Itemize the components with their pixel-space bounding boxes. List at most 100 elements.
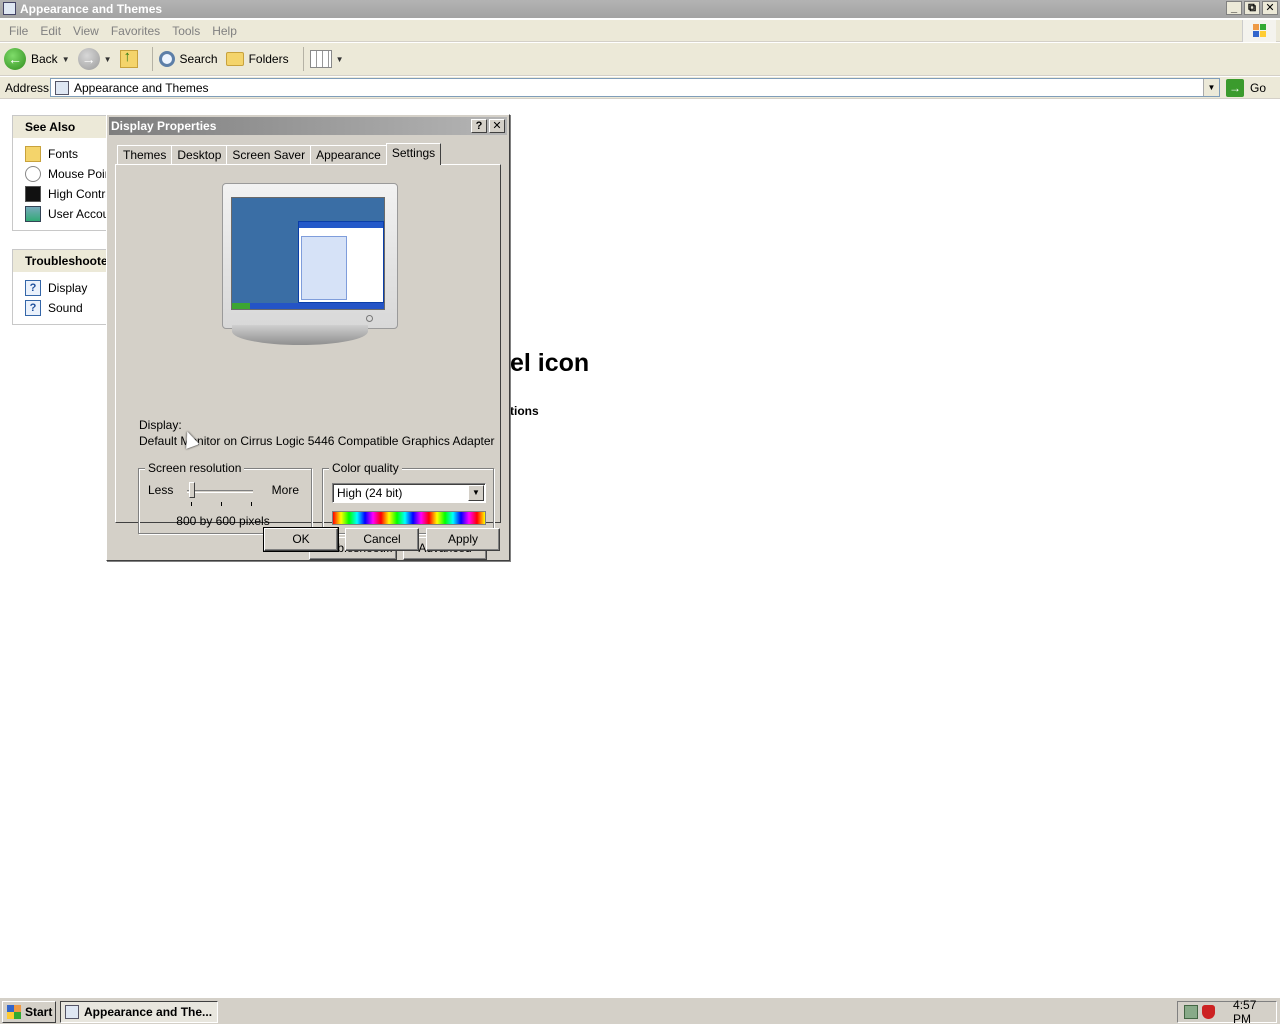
troubleshooters-panel: Troubleshooters ? Display ? Sound <box>12 249 112 325</box>
search-button[interactable]: Search <box>158 51 218 67</box>
clock[interactable]: 4:57 PM <box>1233 998 1276 1024</box>
resolution-value: 800 by 600 pixels <box>176 514 270 528</box>
color-spectrum-bar <box>332 511 486 525</box>
cancel-button[interactable]: Cancel <box>345 528 419 551</box>
monitor-screen-preview <box>231 197 385 310</box>
folders-label: Folders <box>248 52 289 66</box>
color-quality-value: High (24 bit) <box>337 486 403 500</box>
control-panel-icon <box>55 80 69 95</box>
high-contrast-icon <box>25 186 41 202</box>
see-also-item-fonts[interactable]: Fonts <box>25 144 111 164</box>
help-icon: ? <box>25 280 41 296</box>
control-panel-icon <box>65 1005 79 1019</box>
folder-icon <box>225 52 244 66</box>
dialog-help-button[interactable]: ? <box>471 119 487 133</box>
resolution-slider-thumb[interactable] <box>189 482 195 498</box>
windows-flag-icon <box>7 1005 21 1019</box>
restore-button[interactable]: ⧉ <box>1244 1 1260 15</box>
color-quality-group: Color quality High (24 bit) ▼ <box>322 461 494 534</box>
page-subheading: tions <box>510 404 539 418</box>
security-shield-icon[interactable] <box>1201 1005 1216 1019</box>
see-also-item-label: High Contrast <box>48 187 111 201</box>
forward-arrow-icon: → <box>77 48 100 70</box>
troubleshooter-item-sound[interactable]: ? Sound <box>25 298 111 318</box>
dialog-tabs: Themes Desktop Screen Saver Appearance S… <box>117 143 442 165</box>
chevron-down-icon[interactable]: ▼ <box>468 485 484 501</box>
taskbar-item-label: Appearance and The... <box>84 1005 213 1019</box>
see-also-item-label: Fonts <box>48 147 79 161</box>
taskbar-item-appearance-and-themes[interactable]: Appearance and The... <box>60 1001 218 1023</box>
tab-desktop[interactable]: Desktop <box>171 145 228 165</box>
window-controls: _ ⧉ ✕ <box>1226 1 1278 15</box>
standard-toolbar: ← Back ▼ → ▼ Search Folders ▼ <box>0 43 1280 76</box>
toolbar-separator <box>302 47 304 71</box>
less-label: Less <box>148 483 174 497</box>
views-icon <box>309 50 332 68</box>
chevron-down-icon[interactable]: ▼ <box>104 55 112 64</box>
color-quality-legend: Color quality <box>329 461 402 475</box>
address-dropdown-button[interactable]: ▼ <box>1203 79 1219 96</box>
see-also-title[interactable]: See Also <box>13 116 111 138</box>
start-button[interactable]: Start <box>2 1001 56 1023</box>
menu-edit[interactable]: Edit <box>35 24 66 38</box>
display-properties-dialog: Display Properties ? ✕ Themes Desktop Sc… <box>106 114 510 561</box>
back-label: Back <box>31 52 58 66</box>
go-button[interactable]: → Go <box>1226 79 1266 97</box>
dialog-titlebar[interactable]: Display Properties ? ✕ <box>109 117 507 135</box>
see-also-item-label: Mouse Pointers <box>48 167 112 181</box>
address-value: Appearance and Themes <box>74 80 209 95</box>
see-also-item-mouse-pointers[interactable]: Mouse Pointers <box>25 164 111 184</box>
chevron-down-icon[interactable]: ▼ <box>336 55 344 64</box>
display-label: Display: <box>139 418 182 432</box>
help-icon: ? <box>25 300 41 316</box>
menu-favorites[interactable]: Favorites <box>106 24 165 38</box>
resolution-slider-track[interactable] <box>187 490 253 493</box>
minimize-button[interactable]: _ <box>1226 1 1242 15</box>
address-input[interactable]: Appearance and Themes ▼ <box>50 78 1220 97</box>
slider-ticks <box>191 502 252 507</box>
troubleshooters-title[interactable]: Troubleshooters <box>13 250 111 272</box>
search-label: Search <box>179 52 218 66</box>
folders-button[interactable]: Folders <box>225 52 289 66</box>
troubleshooter-item-display[interactable]: ? Display <box>25 278 111 298</box>
settings-tab-panel: Display: Default Monitor on Cirrus Logic… <box>115 164 501 560</box>
menu-help[interactable]: Help <box>207 24 242 38</box>
go-label: Go <box>1250 81 1267 95</box>
menu-view[interactable]: View <box>68 24 104 38</box>
see-also-item-high-contrast[interactable]: High Contrast <box>25 184 111 204</box>
more-label: More <box>271 483 299 497</box>
chevron-down-icon[interactable]: ▼ <box>62 55 70 64</box>
close-button[interactable]: ✕ <box>1262 1 1278 15</box>
color-quality-select[interactable]: High (24 bit) ▼ <box>332 483 486 503</box>
back-button[interactable]: ← Back ▼ <box>4 48 70 70</box>
dialog-close-button[interactable]: ✕ <box>489 119 505 133</box>
up-folder-button[interactable] <box>119 48 138 68</box>
address-label: Address <box>5 80 50 95</box>
tab-screen-saver[interactable]: Screen Saver <box>226 145 312 165</box>
network-icon[interactable] <box>1184 1005 1198 1019</box>
mouse-icon <box>25 166 41 182</box>
forward-button[interactable]: → ▼ <box>77 48 112 70</box>
system-tray: 4:57 PM <box>1177 998 1277 1024</box>
tab-appearance[interactable]: Appearance <box>310 145 387 165</box>
menu-file[interactable]: File <box>4 24 33 38</box>
page-heading: el icon <box>510 349 590 377</box>
dialog-title: Display Properties <box>111 119 217 133</box>
tab-themes[interactable]: Themes <box>117 145 173 165</box>
toolbar-separator <box>151 47 153 71</box>
menu-tools[interactable]: Tools <box>167 24 205 38</box>
ok-button[interactable]: OK <box>263 527 339 552</box>
views-button[interactable]: ▼ <box>309 50 344 68</box>
window-titlebar[interactable]: Appearance and Themes _ ⧉ ✕ <box>0 0 1280 18</box>
menu-bar: File Edit View Favorites Tools Help <box>0 20 1280 42</box>
screen-resolution-legend: Screen resolution <box>145 461 245 475</box>
fonts-folder-icon <box>25 146 41 162</box>
control-panel-icon <box>3 2 16 15</box>
see-also-item-user-account-picture[interactable]: User Account Picture <box>25 204 111 224</box>
up-folder-icon <box>119 48 138 68</box>
tab-settings[interactable]: Settings <box>385 143 442 165</box>
window-title: Appearance and Themes <box>20 2 163 16</box>
search-icon <box>158 51 175 67</box>
troubleshooter-item-label: Sound <box>48 301 83 315</box>
apply-button[interactable]: Apply <box>426 528 500 551</box>
